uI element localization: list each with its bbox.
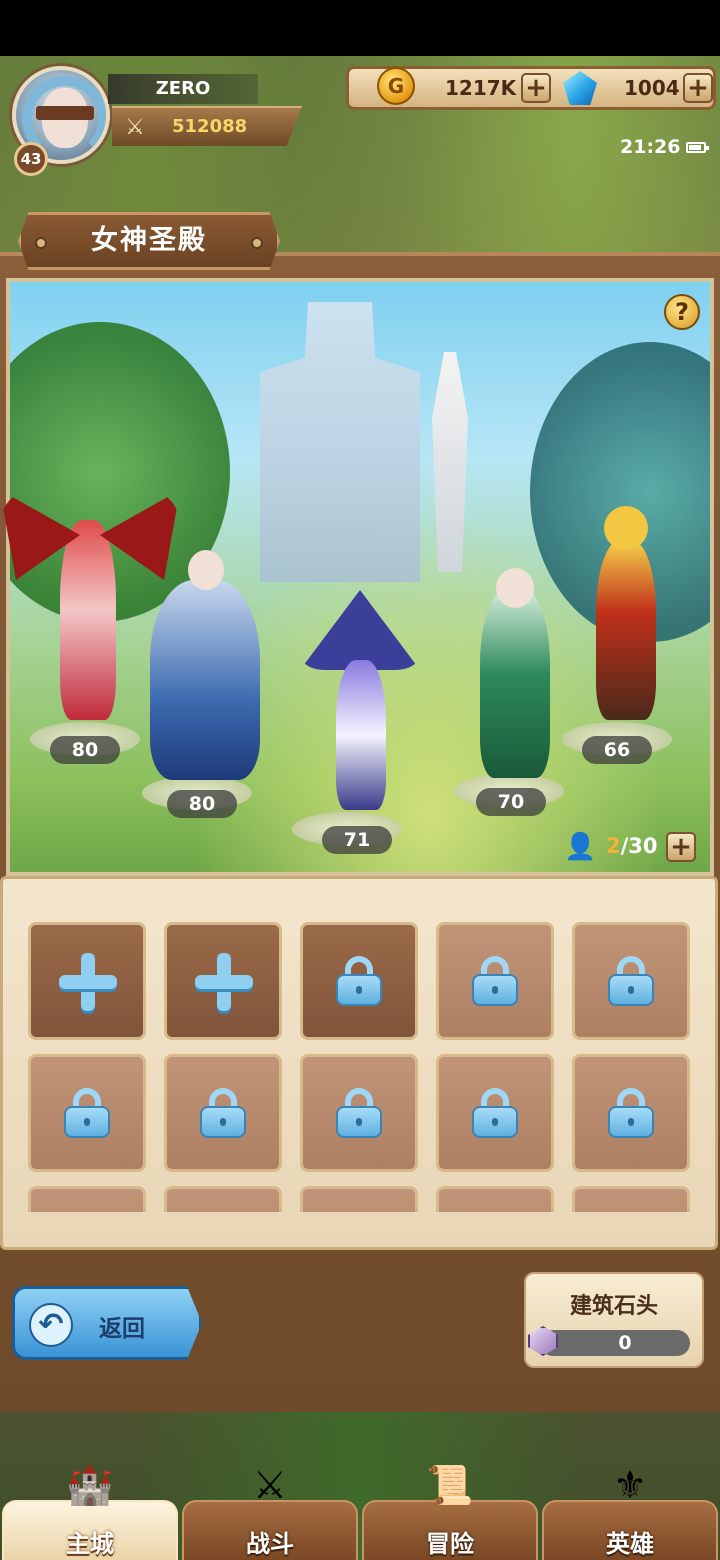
lock-icon xyxy=(200,1088,246,1138)
locked-slot[interactable] xyxy=(300,1054,418,1172)
back-label: 返回 xyxy=(99,1316,145,1342)
title-banner: 女神圣殿 xyxy=(18,212,280,270)
capacity-current: 2 xyxy=(606,834,621,858)
crossed-swords-icon: ⚔ xyxy=(125,115,145,140)
locked-slot[interactable] xyxy=(436,1186,554,1212)
lock-icon xyxy=(64,1088,110,1138)
hero-witch[interactable] xyxy=(300,590,420,820)
crossed-swords-icon: ⚔ xyxy=(252,1463,288,1507)
page-title: 女神圣殿 xyxy=(91,225,207,256)
hero-level-badge: 71 xyxy=(322,826,392,854)
combat-power-plate: ⚔ 512088 xyxy=(112,106,302,146)
plus-icon xyxy=(193,951,253,1011)
back-button[interactable]: ↶ 返回 xyxy=(12,1286,202,1360)
hero-priestess[interactable] xyxy=(130,540,280,780)
player-name: ZERO xyxy=(108,74,258,104)
hero-capacity: 👤 2/30 + xyxy=(564,830,704,866)
combat-power-value: 512088 xyxy=(172,116,248,137)
nav-label: 主城 xyxy=(66,1530,114,1558)
status-bar-top xyxy=(0,0,720,56)
rivet-icon xyxy=(251,237,263,249)
nav-label: 冒险 xyxy=(426,1530,474,1558)
back-arrow-icon: ↶ xyxy=(29,1303,73,1347)
capacity-max: /30 xyxy=(620,834,658,858)
locked-slot[interactable] xyxy=(572,1054,690,1172)
gold-amount: 1217K xyxy=(445,76,517,100)
add-gold-button[interactable]: + xyxy=(521,73,551,103)
player-level-badge: 43 xyxy=(14,142,48,176)
gold-coin-icon: G xyxy=(377,67,415,105)
add-slot-button[interactable] xyxy=(28,922,146,1040)
locked-slot[interactable] xyxy=(28,1186,146,1212)
currency-bar: G 1217K + 1004 + xyxy=(346,66,716,110)
capacity-text: 2/30 xyxy=(606,834,658,858)
lock-icon xyxy=(472,1088,518,1138)
building-stone-value: 0 xyxy=(618,1332,632,1354)
hero-level-badge: 70 xyxy=(476,788,546,816)
help-button[interactable]: ? xyxy=(664,294,700,330)
avatar-blindfold xyxy=(36,106,94,120)
lock-icon xyxy=(608,956,654,1006)
clock: 21:26 xyxy=(620,136,681,158)
locked-slot[interactable] xyxy=(300,922,418,1040)
hero-forest-mage[interactable] xyxy=(450,558,580,778)
locked-slot[interactable] xyxy=(436,922,554,1040)
person-icon: 👤 xyxy=(564,832,597,862)
hero-level-badge: 80 xyxy=(50,736,120,764)
expand-capacity-button[interactable]: + xyxy=(666,832,696,862)
building-stone-title: 建筑石头 xyxy=(569,1294,658,1319)
bottom-nav: 🏰 主城 ⚔ 战斗 📜 冒险 ⚜ 英雄 xyxy=(0,1440,720,1560)
plus-icon xyxy=(57,951,117,1011)
add-slot-button[interactable] xyxy=(164,922,282,1040)
lock-icon xyxy=(472,956,518,1006)
castle-illustration xyxy=(260,302,420,582)
locked-slot[interactable] xyxy=(300,1186,418,1212)
hero-level-badge: 66 xyxy=(582,736,652,764)
hero-knight[interactable] xyxy=(570,500,680,726)
locked-slot[interactable] xyxy=(572,922,690,1040)
hero-crest-icon: ⚜ xyxy=(612,1463,648,1507)
goddess-statue xyxy=(432,352,468,572)
hero-level-badge: 80 xyxy=(167,790,237,818)
locked-slot[interactable] xyxy=(572,1186,690,1212)
castle-icon: 🏰 xyxy=(66,1462,114,1507)
lock-icon xyxy=(336,956,382,1006)
lock-icon xyxy=(336,1088,382,1138)
locked-slot[interactable] xyxy=(164,1186,282,1212)
slot-grid[interactable] xyxy=(20,910,700,1212)
battery-icon xyxy=(686,142,709,153)
building-stone-panel[interactable]: 建筑石头 0 xyxy=(524,1272,704,1368)
lock-icon xyxy=(608,1088,654,1138)
add-gems-button[interactable]: + xyxy=(683,73,713,103)
locked-slot[interactable] xyxy=(164,1054,282,1172)
locked-slot[interactable] xyxy=(436,1054,554,1172)
gem-amount: 1004 xyxy=(624,76,680,100)
scroll-icon: 📜 xyxy=(426,1462,474,1507)
diamond-icon xyxy=(563,71,597,105)
locked-slot[interactable] xyxy=(28,1054,146,1172)
nav-label: 英雄 xyxy=(606,1530,654,1558)
nav-label: 战斗 xyxy=(246,1530,294,1558)
player-avatar-frame[interactable]: 43 xyxy=(8,62,114,176)
